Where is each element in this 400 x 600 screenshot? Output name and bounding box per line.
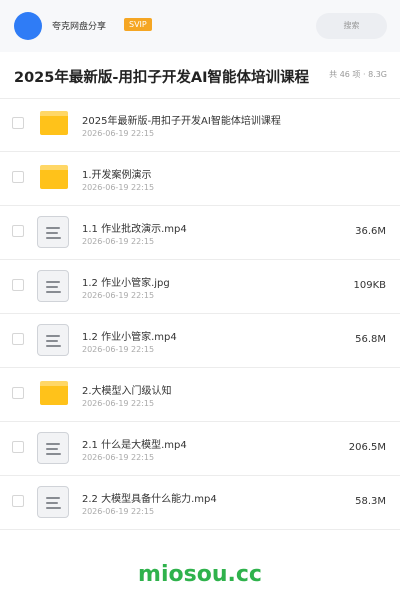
watermark: miosou.cc: [138, 562, 262, 587]
select-checkbox[interactable]: [12, 495, 24, 507]
select-checkbox[interactable]: [12, 225, 24, 237]
file-name: 1.2 作业小管家.mp4: [82, 332, 177, 343]
search-input[interactable]: 搜索: [316, 13, 387, 39]
file-date: 2026-06-19 22:15: [82, 129, 155, 138]
folder-icon: [40, 165, 68, 189]
file-icon: [37, 270, 69, 302]
file-name: 1.1 作业批改演示.mp4: [82, 224, 187, 235]
top-bar: 夸克网盘分享 SVIP 搜索: [0, 0, 400, 52]
file-row[interactable]: 2025年最新版-用扣子开发AI智能体培训课程 2026-06-19 22:15: [0, 98, 400, 152]
file-icon: [37, 486, 69, 518]
file-row[interactable]: 1.2 作业小管家.mp4 2026-06-19 22:15 56.8M: [0, 314, 400, 368]
avatar[interactable]: [14, 12, 42, 40]
file-size: 206.5M: [348, 442, 386, 453]
folder-icon: [40, 111, 68, 135]
file-name: 2.2 大模型具备什么能力.mp4: [82, 494, 217, 505]
file-icon: [37, 324, 69, 356]
select-checkbox[interactable]: [12, 387, 24, 399]
file-size: 58.3M: [355, 496, 386, 507]
select-checkbox[interactable]: [12, 171, 24, 183]
folder-meta: 共 46 项 · 8.3G: [329, 70, 387, 79]
file-name: 2.1 什么是大模型.mp4: [82, 440, 187, 451]
file-date: 2026-06-19 22:15: [82, 399, 155, 408]
select-checkbox[interactable]: [12, 333, 24, 345]
file-size: 109KB: [353, 280, 386, 291]
file-date: 2026-06-19 22:15: [82, 237, 155, 246]
file-date: 2026-06-19 22:15: [82, 453, 155, 462]
file-icon: [37, 216, 69, 248]
file-row[interactable]: 2.2 大模型具备什么能力.mp4 2026-06-19 22:15 58.3M: [0, 476, 400, 530]
file-date: 2026-06-19 22:15: [82, 507, 155, 516]
file-name: 1.2 作业小管家.jpg: [82, 278, 170, 289]
file-icon: [37, 432, 69, 464]
file-date: 2026-06-19 22:15: [82, 291, 155, 300]
file-row[interactable]: 2.大模型入门级认知 2026-06-19 22:15: [0, 368, 400, 422]
file-row[interactable]: 1.2 作业小管家.jpg 2026-06-19 22:15 109KB: [0, 260, 400, 314]
file-name: 1.开发案例演示: [82, 170, 152, 181]
file-name: 2.大模型入门级认知: [82, 386, 172, 397]
file-list: 2025年最新版-用扣子开发AI智能体培训课程 2026-06-19 22:15 1…: [0, 98, 400, 530]
site-name: 夸克网盘分享: [52, 22, 107, 32]
file-size: 36.6M: [355, 226, 386, 237]
select-checkbox[interactable]: [12, 117, 24, 129]
file-size: 56.8M: [355, 334, 386, 345]
file-date: 2026-06-19 22:15: [82, 183, 155, 192]
file-row[interactable]: 2.1 什么是大模型.mp4 2026-06-19 22:15 206.5M: [0, 422, 400, 476]
page-title: 2025年最新版-用扣子开发AI智能体培训课程: [14, 70, 309, 86]
select-checkbox[interactable]: [12, 441, 24, 453]
folder-header: 2025年最新版-用扣子开发AI智能体培训课程 共 46 项 · 8.3G: [0, 52, 400, 99]
folder-icon: [40, 381, 68, 405]
file-row[interactable]: 1.1 作业批改演示.mp4 2026-06-19 22:15 36.6M: [0, 206, 400, 260]
svip-badge: SVIP: [124, 18, 152, 31]
file-date: 2026-06-19 22:15: [82, 345, 155, 354]
select-checkbox[interactable]: [12, 279, 24, 291]
file-row[interactable]: 1.开发案例演示 2026-06-19 22:15: [0, 152, 400, 206]
file-name: 2025年最新版-用扣子开发AI智能体培训课程: [82, 116, 281, 127]
